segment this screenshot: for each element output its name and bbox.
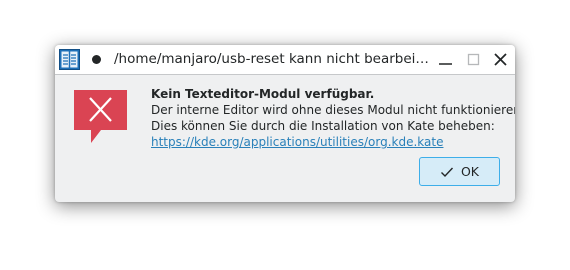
message-line-2: Dies können Sie durch die Installation v… [151, 119, 495, 133]
error-icon [73, 89, 129, 147]
ok-button[interactable]: OK [419, 157, 500, 186]
message-text: Kein Texteditor-Modul verfügbar. Der int… [151, 86, 515, 150]
message-line-1: Der interne Editor wird ohne dieses Modu… [151, 103, 515, 117]
maximize-icon[interactable] [463, 49, 484, 70]
check-icon [440, 167, 453, 177]
keep-above-icon[interactable] [92, 55, 101, 64]
ok-label: OK [460, 164, 480, 179]
minimize-icon[interactable] [435, 49, 456, 70]
close-icon[interactable] [490, 49, 511, 70]
title-bar[interactable]: /home/manjaro/usb-reset kann nicht bearb… [55, 45, 515, 75]
kate-link[interactable]: https://kde.org/applications/utilities/o… [151, 134, 511, 150]
window-title: /home/manjaro/usb-reset kann nicht bearb… [114, 51, 430, 67]
text-editor-icon[interactable] [59, 49, 80, 70]
message-heading: Kein Texteditor-Modul verfügbar. [151, 87, 375, 101]
error-dialog: /home/manjaro/usb-reset kann nicht bearb… [55, 45, 515, 202]
